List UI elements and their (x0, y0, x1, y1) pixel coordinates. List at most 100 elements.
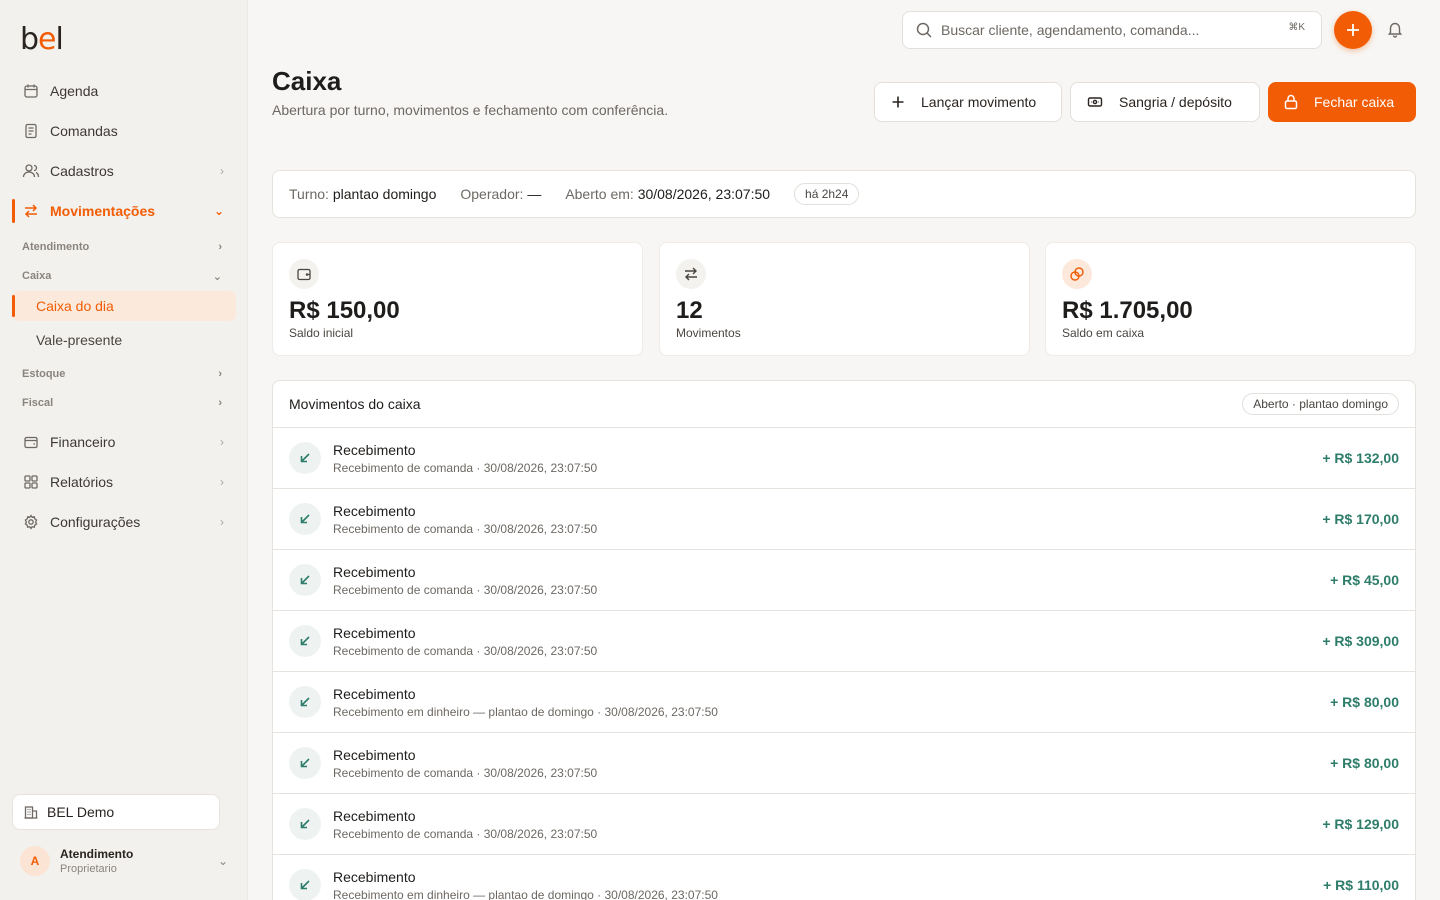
sidebar-group-caixa[interactable]: Caixa ⌄ (22, 270, 232, 283)
shift-operador: Operador: — (460, 186, 541, 202)
movement-description: Recebimento em dinheiro — plantao de dom… (333, 888, 718, 900)
movement-description: Recebimento de comanda · 30/08/2026, 23:… (333, 766, 598, 780)
page-subtitle: Abertura por turno, movimentos e fechame… (272, 102, 669, 118)
sidebar-item-movimentacoes[interactable]: Movimentações ⌄ (12, 193, 236, 229)
movement-amount: + R$ 110,00 (1323, 877, 1399, 893)
arrow-down-left-icon (289, 442, 321, 474)
search-input[interactable] (941, 22, 1271, 38)
stat-card-movimentos: 12 Movimentos (659, 242, 1030, 356)
movement-title: Recebimento (333, 808, 416, 824)
users-icon (22, 162, 40, 180)
transfer-icon (22, 202, 40, 220)
movements-panel: Movimentos do caixa Aberto · plantao dom… (272, 380, 1416, 900)
movement-title: Recebimento (333, 747, 416, 763)
movement-row[interactable]: Recebimento Recebimento de comanda · 30/0… (273, 611, 1415, 672)
register-status-badge: Aberto · plantao domingo (1242, 393, 1399, 415)
chevron-right-icon: › (218, 241, 222, 253)
sidebar-subitem-caixa-do-dia[interactable]: Caixa do dia (12, 291, 236, 321)
stat-label: Saldo inicial (289, 326, 354, 340)
sidebar-item-configuracoes[interactable]: Configurações › (12, 504, 236, 540)
wallet-icon (289, 259, 319, 289)
shift-info-bar: Turno: plantao domingo Operador: — Abert… (272, 170, 1416, 218)
stat-card-saldo-inicial: R$ 150,00 Saldo inicial (272, 242, 643, 356)
sidebar-group-estoque[interactable]: Estoque › (22, 368, 232, 380)
close-register-button[interactable]: Fechar caixa (1268, 82, 1416, 122)
sidebar-item-financeiro[interactable]: Financeiro › (12, 424, 236, 460)
movement-amount: + R$ 45,00 (1330, 572, 1399, 588)
sidebar-group-fiscal[interactable]: Fiscal › (22, 397, 232, 409)
chevron-down-icon: ⌄ (217, 854, 228, 868)
chevron-right-icon: › (220, 164, 224, 178)
sidebar-item-comandas[interactable]: Comandas (12, 113, 236, 149)
sidebar-item-relatorios[interactable]: Relatórios › (12, 464, 236, 500)
group-label: Fiscal (22, 397, 54, 409)
arrow-down-left-icon (289, 625, 321, 657)
notifications-bell-icon[interactable] (1386, 20, 1404, 38)
sidebar-item-agenda[interactable]: Agenda (12, 73, 236, 109)
chevron-down-icon: ⌄ (212, 271, 222, 283)
sidebar-item-label: Financeiro (50, 434, 116, 450)
button-label: Lançar movimento (921, 94, 1037, 110)
movements-list: Recebimento Recebimento de comanda · 30/0… (273, 428, 1415, 900)
sidebar-item-label: Relatórios (50, 474, 114, 490)
movement-title: Recebimento (333, 503, 416, 519)
movement-title: Recebimento (333, 564, 416, 580)
sidebar-item-label: Cadastros (50, 163, 114, 179)
plus-icon (1347, 24, 1359, 36)
chevron-right-icon: › (220, 475, 224, 489)
sidebar-subitem-vale-presente[interactable]: Vale-presente (12, 325, 236, 355)
shift-duration-badge: há 2h24 (794, 183, 860, 205)
movement-row[interactable]: Recebimento Recebimento de comanda · 30/0… (273, 794, 1415, 855)
calendar-icon (22, 82, 40, 100)
global-search[interactable]: ⌘K (902, 11, 1322, 49)
movement-description: Recebimento de comanda · 30/08/2026, 23:… (333, 827, 598, 841)
shortcut-hint: ⌘K (1288, 22, 1305, 33)
stat-value: 12 (676, 297, 703, 324)
arrow-down-left-icon (289, 564, 321, 596)
brand-logo[interactable]: bel (20, 22, 64, 57)
movement-amount: + R$ 309,00 (1322, 633, 1399, 649)
shift-turno: Turno: plantao domingo (289, 186, 436, 202)
movement-row[interactable]: Recebimento Recebimento de comanda · 30/0… (273, 428, 1415, 489)
sidebar-group-atendimento[interactable]: Atendimento › (22, 241, 232, 253)
chevron-right-icon: › (218, 368, 222, 380)
shift-aberto: Aberto em: 30/08/2026, 23:07:50 (565, 186, 770, 202)
turno-label: Turno: (289, 186, 329, 202)
sidebar-item-cadastros[interactable]: Cadastros › (12, 153, 236, 189)
company-selector[interactable]: BEL Demo (12, 794, 220, 830)
movement-description: Recebimento de comanda · 30/08/2026, 23:… (333, 461, 598, 475)
movement-row[interactable]: Recebimento Recebimento de comanda · 30/0… (273, 489, 1415, 550)
movement-row[interactable]: Recebimento Recebimento em dinheiro — pla… (273, 855, 1415, 900)
subitem-label: Caixa do dia (36, 298, 114, 314)
user-name: Atendimento (60, 847, 134, 861)
stat-label: Movimentos (676, 326, 741, 340)
movement-row[interactable]: Recebimento Recebimento de comanda · 30/0… (273, 550, 1415, 611)
movement-title: Recebimento (333, 686, 416, 702)
cash-icon (1087, 95, 1103, 109)
button-label: Sangria / depósito (1119, 94, 1232, 110)
quick-add-button[interactable] (1334, 11, 1372, 49)
sidebar-item-label: Movimentações (50, 203, 156, 219)
subitem-label: Vale-presente (36, 332, 123, 348)
movement-description: Recebimento de comanda · 30/08/2026, 23:… (333, 522, 598, 536)
movement-description: Recebimento em dinheiro — plantao de dom… (333, 705, 718, 719)
movement-amount: + R$ 170,00 (1322, 511, 1399, 527)
button-label: Fechar caixa (1314, 94, 1395, 110)
coins-icon (1062, 259, 1092, 289)
chevron-right-icon: › (220, 435, 224, 449)
movement-title: Recebimento (333, 869, 416, 885)
stat-card-saldo-em-caixa: R$ 1.705,00 Saldo em caixa (1045, 242, 1416, 356)
arrow-down-left-icon (289, 747, 321, 779)
movements-header: Movimentos do caixa Aberto · plantao dom… (273, 381, 1415, 428)
movement-row[interactable]: Recebimento Recebimento em dinheiro — pla… (273, 672, 1415, 733)
building-icon (23, 804, 39, 820)
grid-icon (22, 473, 40, 491)
launch-movement-button[interactable]: Lançar movimento (874, 82, 1062, 122)
receipt-icon (22, 122, 40, 140)
sangria-deposito-button[interactable]: Sangria / depósito (1070, 82, 1260, 122)
movement-row[interactable]: Recebimento Recebimento de comanda · 30/0… (273, 733, 1415, 794)
search-icon (915, 21, 933, 39)
user-menu[interactable]: A Atendimento Proprietario ⌄ (20, 843, 232, 879)
turno-value: plantao domingo (332, 186, 437, 202)
movements-title: Movimentos do caixa (289, 396, 421, 412)
